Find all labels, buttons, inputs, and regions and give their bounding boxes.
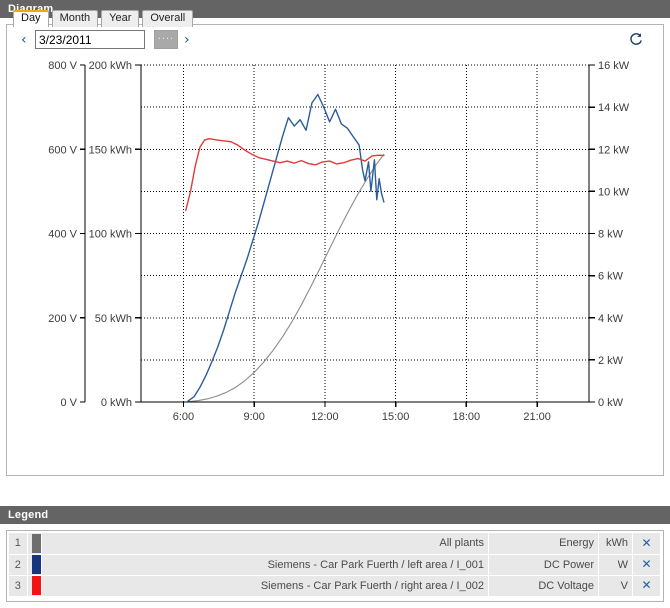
legend-row: 2 Siemens - Car Park Fuerth / left area /… (9, 554, 661, 576)
tick-label-power: 8 kW (598, 229, 624, 241)
legend-row: 1 All plants Energy kWh ✕ (9, 533, 661, 555)
legend-color-swatch (27, 575, 43, 597)
chart-axes (80, 64, 595, 407)
legend-series-name: Siemens - Car Park Fuerth / right area /… (41, 575, 489, 597)
legend-panel-body: 1 All plants Energy kWh ✕ 2 Siemens - Car Park… (6, 530, 664, 602)
tab-year[interactable]: Year (101, 10, 140, 27)
legend-row-index: 2 (9, 554, 28, 576)
tick-label-x: 6:00 (173, 411, 194, 423)
tick-label-power: 16 kW (598, 60, 630, 72)
legend-remove-cell[interactable]: ✕ (632, 575, 661, 597)
tick-label-voltage: 0 V (60, 397, 77, 409)
tick-label-x: 18:00 (453, 411, 481, 423)
diagram-chart: 0 V 200 V 400 V 600 V 800 V 0 kWh 50 kWh 100 kW… (48, 60, 630, 423)
tick-label-energy: 50 kWh (95, 313, 132, 325)
chart-axis-labels: 0 V 200 V 400 V 600 V 800 V 0 kWh 50 kWh 100 kW… (48, 60, 630, 423)
legend-measurement: DC Voltage (488, 575, 599, 597)
legend-series-name: Siemens - Car Park Fuerth / left area / … (41, 554, 489, 576)
tick-label-energy: 0 kWh (101, 397, 132, 409)
legend-measurement: Energy (488, 533, 599, 555)
legend-measurement: DC Power (488, 554, 599, 576)
chart-area: 0 V 200 V 400 V 600 V 800 V 0 kWh 50 kWh 100 kW… (7, 57, 663, 475)
date-input[interactable] (35, 30, 145, 49)
tick-label-x: 21:00 (523, 411, 551, 423)
app-root: Diagram DayMonthYearOverall ‹ .... › (0, 0, 670, 608)
legend-unit: kWh (598, 533, 633, 555)
legend-row-index: 3 (9, 575, 28, 597)
refresh-icon[interactable] (627, 30, 645, 48)
legend-table: 1 All plants Energy kWh ✕ 2 Siemens - Car Park… (9, 533, 661, 597)
previous-day-button[interactable]: ‹ (21, 32, 27, 48)
tick-label-power: 12 kW (598, 144, 630, 156)
diagram-panel: Diagram DayMonthYearOverall ‹ .... › (0, 0, 670, 482)
tick-label-voltage: 400 V (48, 229, 77, 241)
chart-gridlines (141, 64, 589, 403)
close-icon[interactable]: ✕ (641, 579, 651, 591)
next-day-button[interactable]: › (184, 32, 190, 48)
legend-panel-title: Legend (0, 506, 670, 524)
close-icon[interactable]: ✕ (641, 558, 651, 570)
tick-label-voltage: 600 V (48, 144, 77, 156)
legend-remove-cell[interactable]: ✕ (632, 533, 661, 555)
diagram-panel-body: DayMonthYearOverall ‹ .... › 0 V 200 V 400… (6, 10, 664, 476)
tick-label-power: 6 kW (598, 271, 624, 283)
legend-unit: V (598, 575, 633, 597)
tick-label-power: 14 kW (598, 102, 630, 114)
period-tabs: Day Month Year Overall (7, 8, 194, 27)
tick-label-power: 10 kW (598, 186, 630, 198)
tab-day[interactable]: Day (13, 10, 49, 27)
tab-overall[interactable]: Overall (142, 10, 194, 27)
legend-row-index: 1 (9, 533, 28, 555)
legend-color-swatch (27, 554, 43, 576)
legend-series-name: All plants (41, 533, 489, 555)
tab-month[interactable]: Month (51, 10, 99, 27)
tick-label-energy: 150 kWh (89, 144, 132, 156)
tick-label-x: 15:00 (382, 411, 410, 423)
tick-label-power: 0 kW (598, 397, 624, 409)
diagram-toolbar: ‹ .... › (7, 25, 663, 57)
tick-label-voltage: 200 V (48, 313, 77, 325)
tick-label-voltage: 800 V (48, 60, 77, 72)
legend-panel: Legend 1 All plants Energy kWh ✕ 2 Siemens - C… (0, 506, 670, 608)
chart-series (185, 93, 385, 403)
legend-color-swatch (27, 533, 43, 555)
legend-row: 3 Siemens - Car Park Fuerth / right area … (9, 575, 661, 597)
tick-label-x: 12:00 (311, 411, 339, 423)
tick-label-x: 9:00 (243, 411, 264, 423)
tick-label-power: 4 kW (598, 313, 624, 325)
legend-unit: W (598, 554, 633, 576)
close-icon[interactable]: ✕ (641, 537, 651, 549)
legend-remove-cell[interactable]: ✕ (632, 554, 661, 576)
date-picker-button[interactable]: .... (154, 30, 178, 49)
tick-label-energy: 200 kWh (89, 60, 132, 72)
tick-label-energy: 100 kWh (89, 229, 132, 241)
tick-label-power: 2 kW (598, 355, 624, 367)
